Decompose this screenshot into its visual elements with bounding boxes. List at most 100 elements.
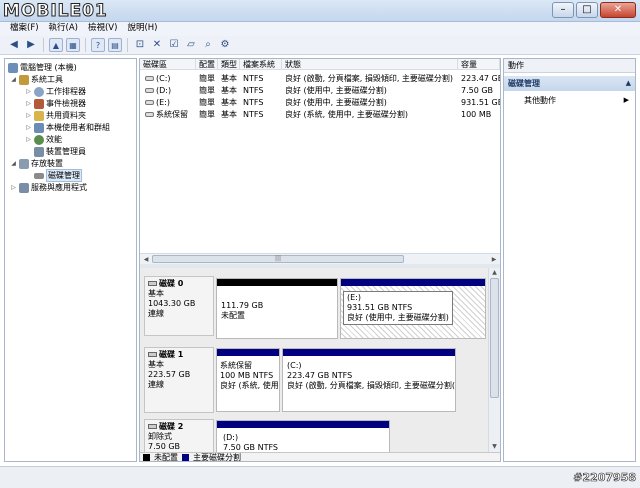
back-icon[interactable]: ◀ — [7, 38, 21, 52]
partition-unallocated[interactable]: 111.79 GB 未配置 — [216, 278, 338, 339]
partition-status: 良好 (使用中, 主要磁碟分割) — [347, 313, 449, 322]
column-header-filesystem[interactable]: 檔案系統 — [240, 59, 282, 70]
scroll-left-icon[interactable]: ◀ — [141, 255, 151, 264]
properties-icon[interactable]: ▤ — [108, 38, 122, 52]
tree-item-label: 存放裝置 — [31, 159, 63, 168]
tree-item-event-viewer[interactable]: ▷ 事件檢視器 — [25, 98, 86, 109]
column-header-status[interactable]: 狀態 — [282, 59, 458, 70]
collapse-icon[interactable]: ◢ — [10, 160, 17, 167]
scroll-up-icon[interactable]: ▲ — [489, 268, 500, 278]
volume-name: (C:) — [142, 73, 196, 84]
column-header-capacity[interactable]: 容量 — [458, 59, 500, 70]
disk-0-label[interactable]: 磁碟 0 基本 1043.30 GB 連線 — [144, 276, 214, 336]
table-row[interactable]: (D:) 簡單 基本 NTFS 良好 (使用中, 主要磁碟分割) 7.50 GB — [140, 85, 500, 96]
up-folder-icon[interactable]: ▲ — [49, 38, 63, 52]
tree-item-performance[interactable]: ▷ 效能 — [25, 134, 62, 145]
show-hide-tree-icon[interactable]: ▦ — [66, 38, 80, 52]
tree-item-disk-management[interactable]: 磁碟管理 — [34, 169, 82, 182]
disk-type: 卸除式 — [148, 432, 172, 441]
horizontal-scrollbar[interactable]: ◀ ||| ▶ — [140, 253, 500, 264]
table-row[interactable]: (E:) 簡單 基本 NTFS 良好 (使用中, 主要磁碟分割) 931.51 … — [140, 97, 500, 108]
drive-icon — [145, 76, 154, 81]
menu-action[interactable]: 執行(A) — [49, 22, 78, 36]
disk-name: 磁碟 0 — [159, 279, 184, 288]
tree-item-services-apps[interactable]: ▷ 服務與應用程式 — [10, 182, 87, 193]
forward-icon[interactable]: ▶ — [24, 38, 38, 52]
partition-name: (E:) — [347, 293, 361, 302]
tree-item-label: 共用資料夾 — [46, 111, 86, 120]
performance-icon — [34, 134, 44, 145]
expand-icon[interactable]: ▷ — [25, 100, 32, 107]
menu-file[interactable]: 檔案(F) — [10, 22, 39, 36]
partition-d[interactable]: (D:) 7.50 GB NTFS — [216, 420, 390, 454]
open-folder-icon[interactable]: ▱ — [184, 38, 198, 52]
partition-body: 系統保留 100 MB NTFS 良好 (系統, 使用 — [220, 361, 279, 391]
connect-icon[interactable]: ⊡ — [133, 38, 147, 52]
disk-name: 磁碟 2 — [159, 422, 184, 431]
volume-layout: 簡單 — [199, 110, 215, 119]
disk-size: 223.57 GB — [148, 370, 191, 379]
scroll-thumb[interactable] — [490, 278, 499, 398]
partition-body: (C:) 223.47 GB NTFS 良好 (啟動, 分頁檔案, 損毀傾印, … — [287, 361, 455, 391]
legend: 未配置 主要磁碟分割 — [140, 452, 500, 461]
disk-type: 基本 — [148, 360, 164, 369]
more-actions-item[interactable]: 其他動作 ▶ — [524, 95, 635, 106]
partition-e[interactable]: (E:) 931.51 GB NTFS 良好 (使用中, 主要磁碟分割) — [340, 278, 486, 339]
tree-item-label: 裝置管理員 — [46, 147, 86, 156]
partition-color-bar — [217, 421, 389, 428]
menu-help[interactable]: 說明(H) — [127, 22, 157, 36]
table-row[interactable]: (C:) 簡單 基本 NTFS 良好 (啟動, 分頁檔案, 損毀傾印, 主要磁碟… — [140, 73, 500, 84]
minimize-button[interactable]: – — [552, 2, 574, 18]
toolbar-separator — [85, 38, 86, 52]
column-header-type[interactable]: 類型 — [218, 59, 240, 70]
volume-capacity: 100 MB — [461, 110, 492, 119]
delete-icon[interactable]: ✕ — [150, 38, 164, 52]
collapse-up-icon[interactable]: ▲ — [626, 76, 631, 91]
collapse-icon[interactable]: ◢ — [10, 76, 17, 83]
volume-filesystem: NTFS — [243, 74, 264, 83]
volume-type: 基本 — [221, 86, 237, 95]
scroll-thumb[interactable]: ||| — [152, 255, 404, 263]
expand-icon[interactable]: ▷ — [25, 88, 32, 95]
clock-icon — [34, 86, 44, 97]
disk-layout-area: 磁碟 0 基本 1043.30 GB 連線 111.79 GB 未配置 (E:)… — [140, 268, 500, 454]
settings-icon[interactable]: ⚙ — [218, 38, 232, 52]
tree-item-label: 系統工具 — [31, 75, 63, 84]
title-bar: MOBILE01 – □ ✕ — [0, 0, 640, 22]
event-viewer-icon — [34, 98, 44, 109]
disk-2-label[interactable]: 磁碟 2 卸除式 7.50 GB — [144, 419, 214, 453]
search-icon[interactable]: ⌕ — [201, 38, 215, 52]
tree-item-device-manager[interactable]: 裝置管理員 — [34, 146, 86, 157]
help-icon[interactable]: ? — [91, 38, 105, 52]
tree-item-storage[interactable]: ◢ 存放裝置 — [10, 158, 63, 169]
expand-icon[interactable]: ▷ — [25, 112, 32, 119]
expand-icon[interactable]: ▷ — [25, 136, 32, 143]
close-button[interactable]: ✕ — [600, 2, 636, 18]
scroll-down-icon[interactable]: ▼ — [489, 442, 500, 452]
scroll-right-icon[interactable]: ▶ — [489, 255, 499, 264]
volume-filesystem: NTFS — [243, 98, 264, 107]
actions-section-disk-management[interactable]: 磁碟管理 ▲ — [504, 76, 635, 91]
tree-item-task-scheduler[interactable]: ▷ 工作排程器 — [25, 86, 86, 97]
volume-name: (D:) — [142, 85, 196, 96]
expand-icon[interactable]: ▷ — [10, 184, 17, 191]
table-row[interactable]: 系統保留 簡單 基本 NTFS 良好 (系統, 使用中, 主要磁碟分割) 100… — [140, 109, 500, 120]
disk-status: 連線 — [148, 309, 164, 318]
disk-1-label[interactable]: 磁碟 1 基本 223.57 GB 連線 — [144, 347, 214, 413]
maximize-button[interactable]: □ — [576, 2, 598, 18]
expand-icon[interactable]: ▷ — [25, 124, 32, 131]
tree-item-shared-folders[interactable]: ▷ 共用資料夾 — [25, 110, 86, 121]
volume-layout: 簡單 — [199, 74, 215, 83]
column-header-volume[interactable]: 磁碟區 — [140, 59, 196, 70]
partition-c[interactable]: (C:) 223.47 GB NTFS 良好 (啟動, 分頁檔案, 損毀傾印, … — [282, 348, 456, 412]
partition-system-reserved[interactable]: 系統保留 100 MB NTFS 良好 (系統, 使用 — [216, 348, 280, 412]
tree-item-computer-management[interactable]: 電腦管理 (本機) — [8, 62, 77, 73]
more-actions-label: 其他動作 — [524, 96, 556, 105]
tree-item-system-tools[interactable]: ◢ 系統工具 — [10, 74, 63, 85]
tree-item-local-users[interactable]: ▷ 本機使用者和群組 — [25, 122, 110, 133]
menu-view[interactable]: 檢視(V) — [88, 22, 117, 36]
check-icon[interactable]: ☑ — [167, 38, 181, 52]
tree-item-label: 電腦管理 (本機) — [20, 63, 77, 72]
vertical-scrollbar[interactable]: ▲ ▼ — [488, 268, 500, 452]
column-header-layout[interactable]: 配置 — [196, 59, 218, 70]
